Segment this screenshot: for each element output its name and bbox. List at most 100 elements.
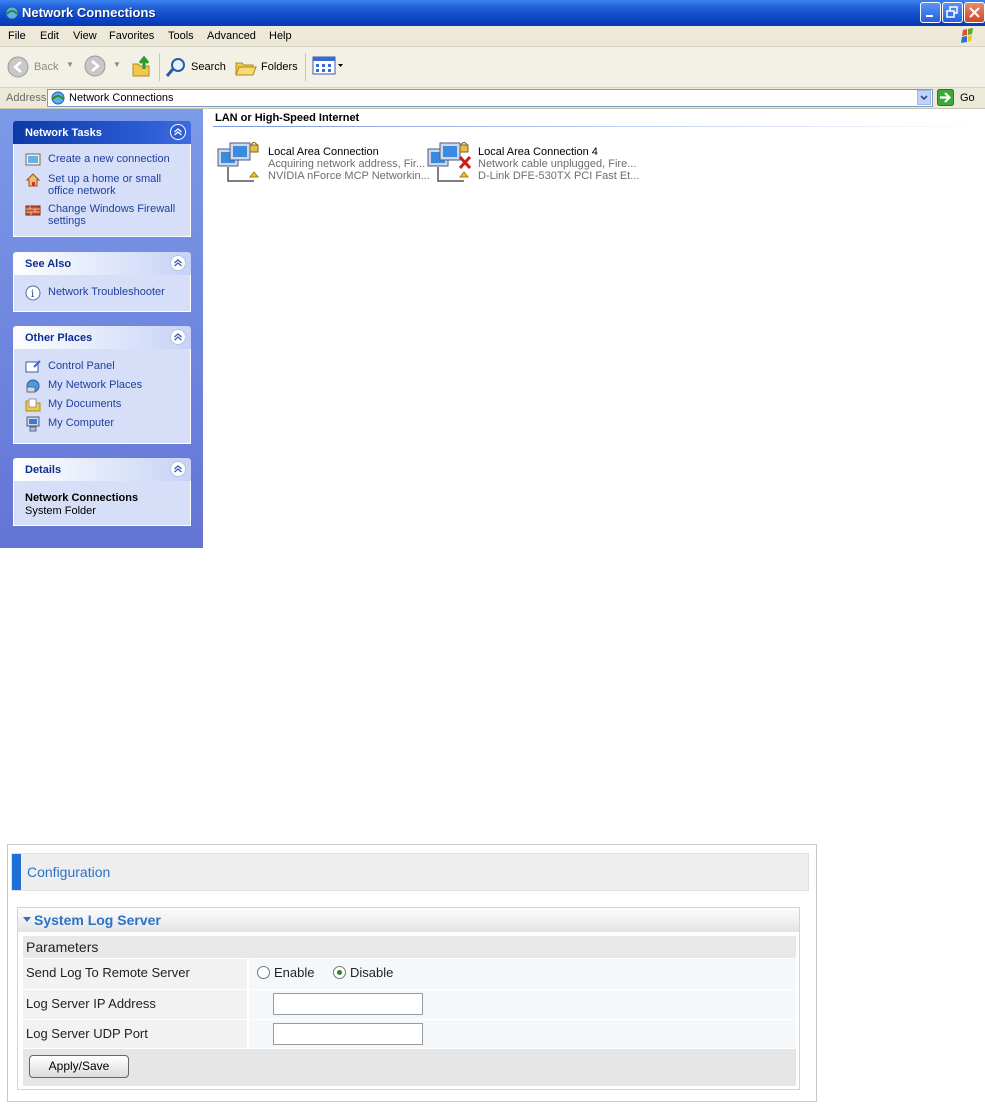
menu-advanced[interactable]: Advanced: [207, 30, 256, 42]
ip-address-label: Log Server IP Address: [26, 996, 156, 1011]
title-bar: Network Connections: [0, 0, 985, 26]
link-label: My Network Places: [48, 379, 143, 391]
row-label-cell: Send Log To Remote Server: [23, 959, 247, 989]
minimize-icon: [926, 15, 933, 17]
connection-item[interactable]: Local Area Connection Acquiring network …: [216, 141, 430, 191]
network-tasks-title: Network Tasks: [25, 127, 102, 139]
toolbar-separator: [305, 53, 306, 81]
folders-button[interactable]: Folders: [234, 55, 300, 79]
back-label: Back: [34, 61, 59, 73]
restore-icon: [946, 6, 958, 18]
collapse-chevron-icon[interactable]: [170, 255, 186, 271]
link-label: My Documents: [48, 398, 122, 410]
other-places-title: Other Places: [25, 332, 93, 344]
new-connection-icon: [25, 153, 41, 166]
router-config-panel: Configuration System Log Server Paramete…: [7, 844, 817, 1102]
see-also-title: See Also: [25, 258, 72, 270]
restore-button[interactable]: [942, 2, 963, 23]
disable-label[interactable]: Disable: [350, 965, 393, 980]
details-box: Details Network Connections System Folde…: [13, 458, 191, 526]
menu-view[interactable]: View: [73, 30, 97, 42]
udp-port-row: Log Server UDP Port: [23, 1020, 796, 1048]
enable-label[interactable]: Enable: [274, 965, 314, 980]
row-value-cell: [249, 1020, 796, 1048]
details-body: Network Connections System Folder: [13, 481, 191, 526]
search-label: Search: [191, 61, 226, 73]
ip-address-input[interactable]: [273, 993, 423, 1015]
menu-bar: File Edit View Favorites Tools Advanced …: [0, 26, 985, 47]
configuration-title: Configuration: [27, 864, 111, 880]
views-button[interactable]: [312, 55, 344, 79]
menu-tools[interactable]: Tools: [168, 30, 194, 42]
folders-icon: [235, 62, 257, 76]
udp-port-input[interactable]: [273, 1023, 423, 1045]
send-log-row: Send Log To Remote Server Enable Disable: [23, 959, 796, 989]
header-accent: [12, 854, 21, 890]
details-type: System Folder: [25, 505, 96, 517]
toolbar: Back ▼ ▼ Search Folders: [0, 47, 985, 88]
connection-status: Acquiring network address, Fir...: [268, 158, 426, 170]
link-label: Network Troubleshooter: [48, 286, 165, 298]
control-panel-icon: [25, 360, 41, 373]
go-button[interactable]: Go: [960, 92, 975, 104]
forward-button[interactable]: [84, 55, 106, 79]
parameters-label: Parameters: [26, 939, 99, 955]
apply-save-button[interactable]: Apply/Save: [29, 1055, 129, 1078]
address-dropdown-button[interactable]: [917, 90, 931, 105]
address-field[interactable]: Network Connections: [47, 89, 933, 107]
other-places-header[interactable]: Other Places: [13, 326, 191, 349]
section-title: System Log Server: [34, 912, 161, 928]
network-places-icon: [26, 379, 40, 393]
lan-connection-unplugged-icon: [427, 142, 472, 182]
parameters-header: Parameters: [23, 936, 796, 958]
network-connections-window: Network Connections File Edit View Favor…: [0, 0, 985, 548]
network-tasks-header[interactable]: Network Tasks: [13, 121, 191, 144]
menu-file[interactable]: File: [8, 30, 26, 42]
menu-edit[interactable]: Edit: [40, 30, 59, 42]
up-folder-button[interactable]: [130, 55, 154, 79]
network-connections-icon: [5, 6, 19, 20]
row-value-cell: [249, 990, 796, 1019]
task-label: Change Windows Firewall settings: [48, 203, 176, 227]
connection-status: Network cable unplugged, Fire...: [478, 158, 637, 170]
connection-name: Local Area Connection 4: [478, 146, 598, 158]
forward-dropdown-icon[interactable]: ▼: [113, 60, 121, 69]
ip-address-row: Log Server IP Address: [23, 990, 796, 1019]
go-arrow-icon[interactable]: [937, 89, 954, 106]
collapse-chevron-icon[interactable]: [170, 329, 186, 345]
details-title: Details: [25, 464, 62, 476]
task-label: Set up a home or small office network: [48, 173, 162, 197]
search-button[interactable]: Search: [165, 55, 227, 79]
firewall-icon: [25, 205, 41, 216]
row-label-cell: Log Server IP Address: [23, 990, 247, 1019]
enable-radio[interactable]: [257, 966, 270, 979]
menu-help[interactable]: Help: [269, 30, 292, 42]
lan-connection-icon: [217, 142, 260, 182]
collapse-chevron-icon[interactable]: [170, 124, 186, 140]
window-title: Network Connections: [22, 5, 156, 20]
disable-radio[interactable]: [333, 966, 346, 979]
info-icon: i: [25, 285, 41, 301]
connection-device: NVIDIA nForce MCP Networkin...: [268, 170, 430, 182]
task-label: Create a new connection: [48, 153, 170, 165]
connection-item[interactable]: Local Area Connection 4 Network cable un…: [426, 141, 639, 191]
udp-port-label: Log Server UDP Port: [26, 1026, 148, 1041]
windows-logo-icon: [961, 28, 973, 43]
address-value: Network Connections: [69, 92, 174, 104]
back-button[interactable]: Back: [7, 55, 62, 79]
minimize-button[interactable]: [920, 2, 941, 23]
back-dropdown-icon[interactable]: ▼: [66, 60, 74, 69]
see-also-header[interactable]: See Also: [13, 252, 191, 275]
address-label: Address: [6, 92, 47, 104]
menu-favorites[interactable]: Favorites: [109, 30, 154, 42]
svg-text:i: i: [31, 289, 34, 300]
collapse-chevron-icon[interactable]: [170, 461, 186, 477]
network-tasks-box: Network Tasks Create a new connection Se: [13, 121, 191, 237]
close-button[interactable]: [964, 2, 985, 23]
search-icon: [165, 58, 185, 77]
row-value-cell: Enable Disable: [249, 959, 796, 989]
folders-label: Folders: [261, 61, 298, 73]
section-header[interactable]: System Log Server: [18, 908, 799, 932]
other-places-body: Control Panel My Network Places My Docum…: [13, 349, 191, 444]
details-header[interactable]: Details: [13, 458, 191, 481]
